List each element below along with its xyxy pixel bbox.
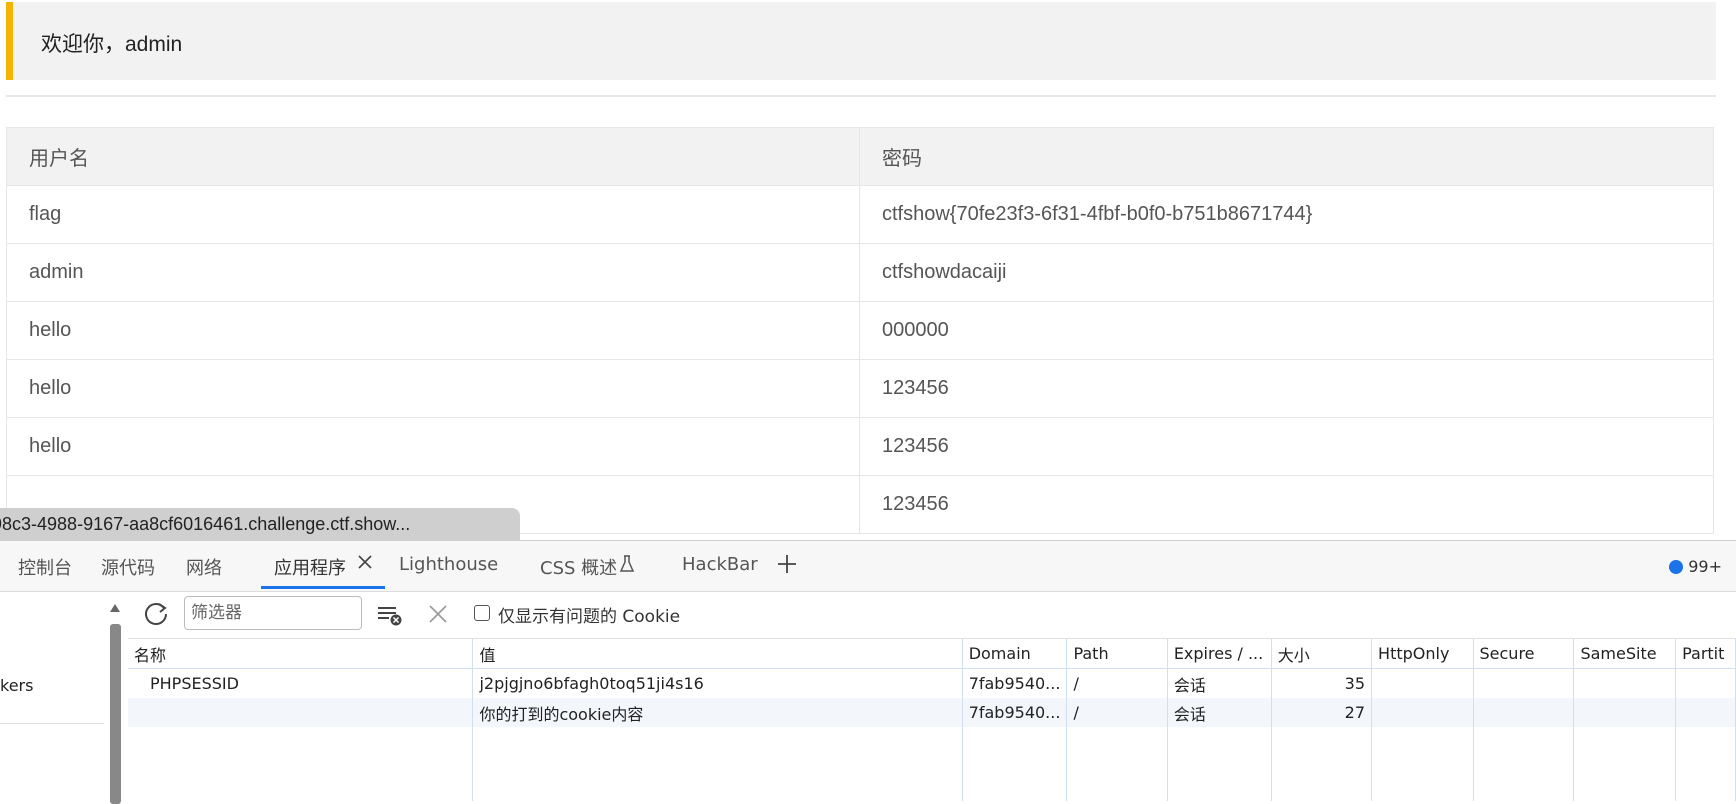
- refresh-icon[interactable]: [142, 600, 170, 632]
- cookie-path: /: [1066, 668, 1168, 698]
- close-tab-icon[interactable]: [356, 553, 374, 576]
- cookie-secure: [1473, 668, 1575, 698]
- cell-password: 123456: [859, 475, 1714, 534]
- tab-application[interactable]: 应用程序: [274, 554, 346, 580]
- user-table: 用户名 密码 flag ctfshow{70fe23f3-6f31-4fbf-b…: [6, 127, 1714, 534]
- divider: [6, 95, 1716, 97]
- cookie-expires: 会话: [1167, 668, 1272, 698]
- cookie-row[interactable]: 你的打到的cookie内容 7fab9540... / 会话 27: [128, 698, 1736, 727]
- only-issues-checkbox[interactable]: [474, 605, 490, 621]
- cookie-value: 你的打到的cookie内容: [472, 698, 963, 727]
- cookie-value: j2pjgjno6bfagh0toq51ji4s16: [472, 668, 963, 698]
- cookie-httponly: [1371, 698, 1474, 727]
- sidebar-divider: [0, 723, 104, 724]
- sidebar-scrollbar-thumb[interactable]: [110, 624, 121, 804]
- table-row: admin ctfshowdacaiji: [6, 243, 1714, 302]
- cell-username: hello: [6, 417, 860, 476]
- application-sidebar: kers: [0, 592, 104, 802]
- tab-lighthouse[interactable]: Lighthouse: [399, 554, 498, 575]
- cookie-filter-input[interactable]: [184, 596, 362, 630]
- cell-password: ctfshow{70fe23f3-6f31-4fbf-b0f0-b751b867…: [859, 185, 1714, 244]
- feedback-icon: [1669, 559, 1684, 574]
- table-row: flag ctfshow{70fe23f3-6f31-4fbf-b0f0-b75…: [6, 185, 1714, 244]
- beaker-icon: [619, 554, 635, 579]
- column-header-expires[interactable]: Expires / ...: [1167, 639, 1272, 669]
- table-row: hello 123456: [6, 359, 1714, 418]
- active-tab-indicator: [261, 586, 385, 589]
- status-url-bar: 98c3-4988-9167-aa8cf6016461.challenge.ct…: [0, 508, 520, 540]
- column-header-domain[interactable]: Domain: [962, 639, 1068, 669]
- tab-console[interactable]: 控制台: [18, 554, 72, 580]
- column-header-path[interactable]: Path: [1066, 639, 1168, 669]
- cookie-name: [128, 698, 474, 727]
- scroll-up-icon[interactable]: [109, 598, 121, 617]
- cookie-table: 名称 值 Domain Path Expires / ... 大小 HttpOn…: [128, 639, 1736, 801]
- column-header-name[interactable]: 名称: [128, 639, 474, 669]
- tab-sources[interactable]: 源代码: [101, 554, 155, 580]
- cookie-toolbar: 仅显示有问题的 Cookie: [128, 592, 1736, 639]
- welcome-banner: 欢迎你，admin: [6, 2, 1716, 80]
- tab-css-overview[interactable]: CSS 概述: [540, 554, 617, 580]
- cookie-size: 27: [1271, 698, 1373, 727]
- column-header-size[interactable]: 大小: [1271, 639, 1373, 669]
- cell-username: flag: [6, 185, 860, 244]
- cookie-name: PHPSESSID: [128, 668, 474, 698]
- cookie-header-row: 名称 值 Domain Path Expires / ... 大小 HttpOn…: [128, 639, 1736, 669]
- table-header-row: 用户名 密码: [6, 127, 1714, 186]
- cookie-empty-row: [128, 727, 1736, 801]
- column-header-username: 用户名: [6, 127, 860, 186]
- cookie-expires: 会话: [1167, 698, 1272, 727]
- column-header-secure[interactable]: Secure: [1473, 639, 1575, 669]
- cell-password: 123456: [859, 359, 1714, 418]
- sidebar-item-workers[interactable]: kers: [0, 676, 33, 695]
- cookie-domain: 7fab9540...: [962, 668, 1068, 698]
- issues-count: 99+: [1688, 557, 1722, 576]
- cookie-size: 35: [1271, 668, 1373, 698]
- cell-username: hello: [6, 301, 860, 360]
- cookie-domain: 7fab9540...: [962, 698, 1068, 727]
- only-issues-label: 仅显示有问题的 Cookie: [498, 607, 681, 627]
- column-header-httponly[interactable]: HttpOnly: [1371, 639, 1474, 669]
- column-header-password: 密码: [859, 127, 1714, 186]
- tab-hackbar[interactable]: HackBar: [682, 554, 758, 575]
- devtools-panel: 控制台 源代码 网络 应用程序 Lighthouse CSS 概述 HackBa…: [0, 540, 1736, 804]
- cookie-row[interactable]: PHPSESSID j2pjgjno6bfagh0toq51ji4s16 7fa…: [128, 668, 1736, 698]
- table-row: hello 123456: [6, 417, 1714, 476]
- cell-username: hello: [6, 359, 860, 418]
- clear-filter-icon[interactable]: [377, 604, 403, 630]
- plus-icon[interactable]: [776, 553, 798, 580]
- devtools-tab-bar: 控制台 源代码 网络 应用程序 Lighthouse CSS 概述 HackBa…: [0, 541, 1736, 592]
- cell-password: 123456: [859, 417, 1714, 476]
- cookie-samesite: [1573, 698, 1677, 727]
- close-icon[interactable]: [428, 604, 448, 628]
- column-header-value[interactable]: 值: [472, 639, 963, 669]
- cookie-partition: [1675, 668, 1736, 698]
- cell-username: admin: [6, 243, 860, 302]
- column-header-partition[interactable]: Partit: [1675, 639, 1736, 669]
- issues-badge[interactable]: 99+: [1669, 557, 1722, 576]
- column-header-samesite[interactable]: SameSite: [1573, 639, 1677, 669]
- status-url-text: 98c3-4988-9167-aa8cf6016461.challenge.ct…: [0, 514, 411, 534]
- table-row: hello 000000: [6, 301, 1714, 360]
- tab-network[interactable]: 网络: [186, 554, 222, 580]
- cell-password: ctfshowdacaiji: [859, 243, 1714, 302]
- cookie-secure: [1473, 698, 1575, 727]
- cookie-httponly: [1371, 668, 1474, 698]
- cookie-path: /: [1066, 698, 1168, 727]
- cookie-partition: [1675, 698, 1736, 727]
- cookie-samesite: [1573, 668, 1677, 698]
- cell-password: 000000: [859, 301, 1714, 360]
- welcome-text: 欢迎你，admin: [41, 33, 183, 56]
